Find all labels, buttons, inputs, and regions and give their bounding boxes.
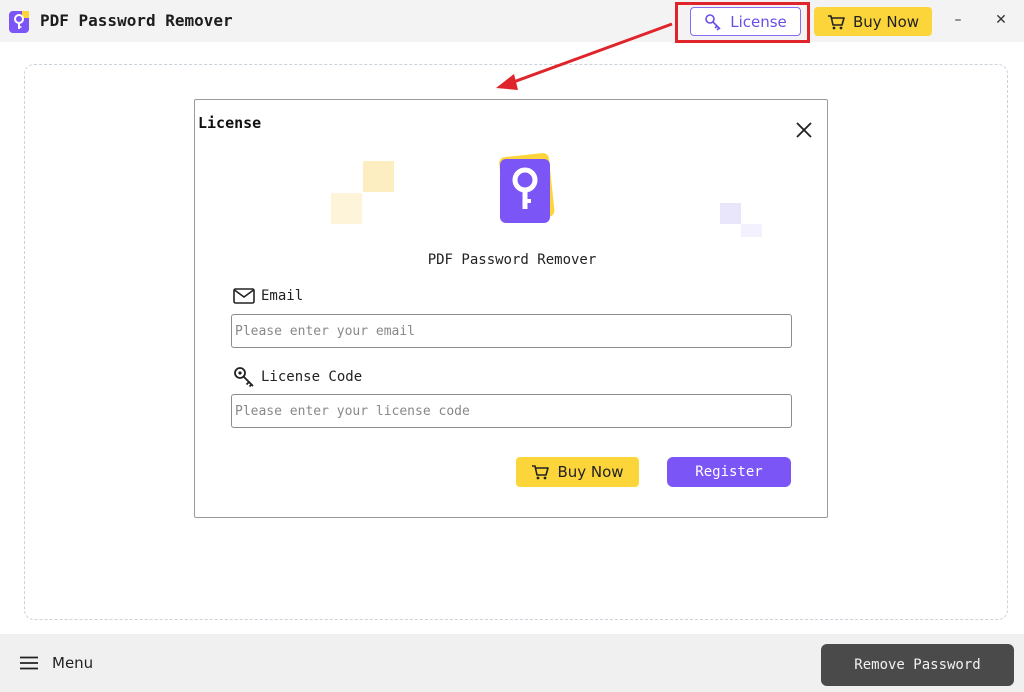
remove-password-button[interactable]: Remove Password bbox=[821, 644, 1014, 686]
menu-button[interactable]: Menu bbox=[20, 654, 93, 672]
app-logo-icon bbox=[9, 11, 29, 33]
license-code-label: License Code bbox=[233, 366, 362, 388]
minimize-button[interactable]: – bbox=[948, 10, 968, 30]
license-dialog: License PDF Password Remover Email Licen… bbox=[194, 99, 828, 518]
minimize-icon: – bbox=[954, 12, 962, 28]
license-code-label-text: License Code bbox=[261, 369, 363, 385]
email-field[interactable] bbox=[231, 314, 792, 348]
mail-icon bbox=[233, 288, 255, 304]
dialog-app-name: PDF Password Remover bbox=[427, 252, 597, 268]
license-button[interactable]: License bbox=[690, 7, 801, 36]
decor-square bbox=[363, 161, 394, 192]
dialog-buy-now-label: Buy Now bbox=[557, 463, 624, 481]
title-bar: PDF Password Remover License Buy Now – ✕ bbox=[0, 0, 1024, 43]
dialog-app-logo-icon bbox=[499, 153, 555, 223]
decor-square bbox=[741, 224, 762, 237]
app-title: PDF Password Remover bbox=[40, 11, 233, 30]
key-icon bbox=[705, 13, 721, 31]
dialog-buy-now-button[interactable]: Buy Now bbox=[516, 457, 639, 487]
remove-password-label: Remove Password bbox=[854, 657, 981, 673]
dialog-title: License bbox=[198, 114, 262, 132]
decor-square bbox=[331, 193, 362, 224]
email-label: Email bbox=[233, 288, 303, 304]
register-button[interactable]: Register bbox=[667, 457, 791, 487]
license-code-field[interactable] bbox=[231, 394, 792, 428]
close-icon: ✕ bbox=[995, 12, 1007, 28]
decor-square bbox=[720, 203, 741, 224]
menu-label: Menu bbox=[52, 654, 94, 672]
cart-icon bbox=[532, 465, 550, 480]
key-icon bbox=[234, 367, 254, 388]
dialog-close-icon[interactable] bbox=[795, 121, 813, 139]
bottom-bar: Menu Remove Password bbox=[0, 634, 1024, 692]
license-button-label: License bbox=[730, 12, 787, 31]
buy-now-label: Buy Now bbox=[852, 12, 920, 31]
email-label-text: Email bbox=[261, 288, 304, 304]
window-close-button[interactable]: ✕ bbox=[991, 10, 1011, 30]
cart-icon bbox=[827, 14, 845, 29]
buy-now-button-top[interactable]: Buy Now bbox=[814, 7, 932, 36]
register-label: Register bbox=[695, 464, 763, 480]
hamburger-icon bbox=[20, 656, 38, 670]
